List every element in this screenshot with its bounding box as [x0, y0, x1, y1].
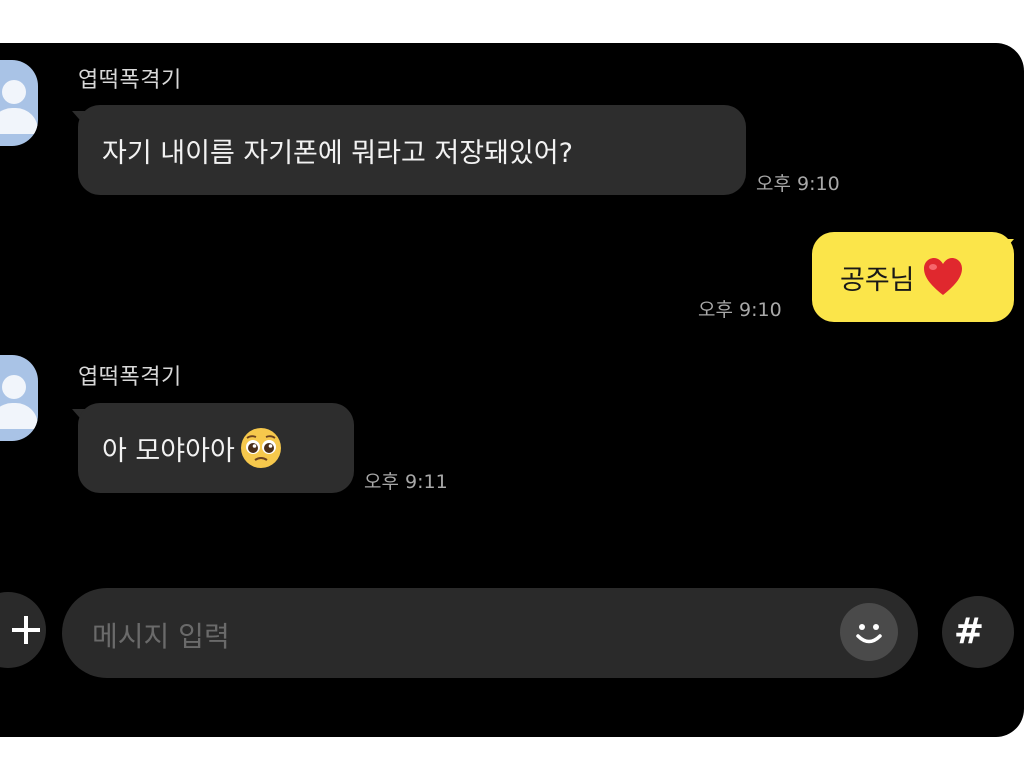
- chat-screen: 엽떡폭격기 자기 내이름 자기폰에 뭐라고 저장돼있어? 오후 9:10 공주님…: [0, 43, 1024, 737]
- message-input-placeholder: 메시지 입력: [92, 620, 230, 653]
- outgoing-message-bubble[interactable]: 공주님: [812, 232, 1014, 322]
- message-timestamp: 오후 9:10: [756, 173, 840, 195]
- sender-avatar[interactable]: [0, 60, 38, 146]
- message-timestamp: 오후 9:10: [698, 299, 782, 321]
- hashtag-button[interactable]: #: [942, 596, 1014, 668]
- avatar-body-shape: [0, 108, 38, 134]
- message-input[interactable]: 메시지 입력: [62, 588, 918, 678]
- message-text: 자기 내이름 자기폰에 뭐라고 저장돼있어?: [102, 137, 573, 169]
- heart-emoji: [921, 255, 965, 299]
- avatar-body-shape: [0, 403, 38, 429]
- pleading-face-emoji: [239, 426, 283, 470]
- avatar-head-shape: [2, 375, 26, 399]
- incoming-message-bubble[interactable]: 자기 내이름 자기폰에 뭐라고 저장돼있어?: [78, 105, 746, 195]
- emoticon-button[interactable]: [840, 603, 898, 661]
- smiley-icon: [856, 624, 882, 644]
- incoming-message-bubble[interactable]: 아 모야아아: [78, 403, 354, 493]
- add-button[interactable]: [0, 592, 46, 668]
- sender-name: 엽떡폭격기: [78, 68, 182, 93]
- sender-avatar[interactable]: [0, 355, 38, 441]
- message-text: 공주님: [840, 264, 915, 296]
- hashtag-icon: #: [953, 611, 985, 652]
- bubble-tail: [1000, 239, 1014, 255]
- message-timestamp: 오후 9:11: [364, 471, 448, 493]
- message-text: 아 모야아아: [102, 435, 235, 467]
- avatar-head-shape: [2, 80, 26, 104]
- plus-icon: [12, 616, 40, 644]
- sender-name: 엽떡폭격기: [78, 365, 182, 390]
